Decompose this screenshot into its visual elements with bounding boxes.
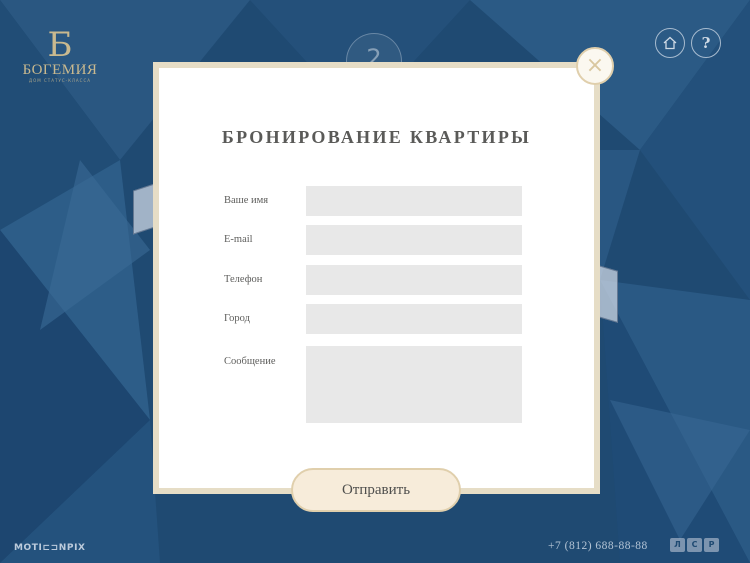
developer-letter: Р <box>704 538 719 552</box>
close-button[interactable]: × <box>576 47 614 85</box>
email-label: E-mail <box>224 234 253 245</box>
message-field[interactable] <box>306 346 522 423</box>
close-icon: × <box>585 53 605 78</box>
modal-title: БРОНИРОВАНИЕ КВАРТИРЫ <box>221 127 532 147</box>
phone-field[interactable] <box>306 265 522 295</box>
building-model-fragment-right <box>598 265 618 323</box>
submit-button[interactable]: Отправить <box>291 468 461 512</box>
logo[interactable]: Б БОГЕМИЯ ДОМ СТАТУС-КЛАССА <box>22 28 98 84</box>
developer-letter: Л <box>670 538 685 552</box>
booking-form: БРОНИРОВАНИЕ КВАРТИРЫ Ваше имя E-mail Те… <box>159 68 594 488</box>
building-model-fragment-left <box>133 183 155 235</box>
developer-letter: С <box>687 538 702 552</box>
logo-tagline: ДОМ СТАТУС-КЛАССА <box>29 78 91 83</box>
developer-logo[interactable]: Л С Р <box>670 538 719 552</box>
logo-mark: Б <box>47 25 73 65</box>
booking-modal: БРОНИРОВАНИЕ КВАРТИРЫ Ваше имя E-mail Те… <box>153 62 600 494</box>
phone-label: Телефон <box>224 274 263 285</box>
message-label: Сообщение <box>224 356 276 367</box>
city-field[interactable] <box>306 304 522 334</box>
motionpix-brand[interactable]: MOTI⊏⊐NPIX <box>14 543 86 553</box>
city-label: Город <box>224 313 250 324</box>
phone-number: +7 (812) 688-88-88 <box>548 540 648 552</box>
home-button[interactable] <box>655 28 685 58</box>
name-label: Ваше имя <box>224 195 269 206</box>
email-field[interactable] <box>306 225 522 255</box>
name-field[interactable] <box>306 186 522 216</box>
logo-name: БОГЕМИЯ <box>22 62 98 78</box>
home-icon <box>663 36 677 50</box>
help-button[interactable]: ? <box>691 28 721 58</box>
